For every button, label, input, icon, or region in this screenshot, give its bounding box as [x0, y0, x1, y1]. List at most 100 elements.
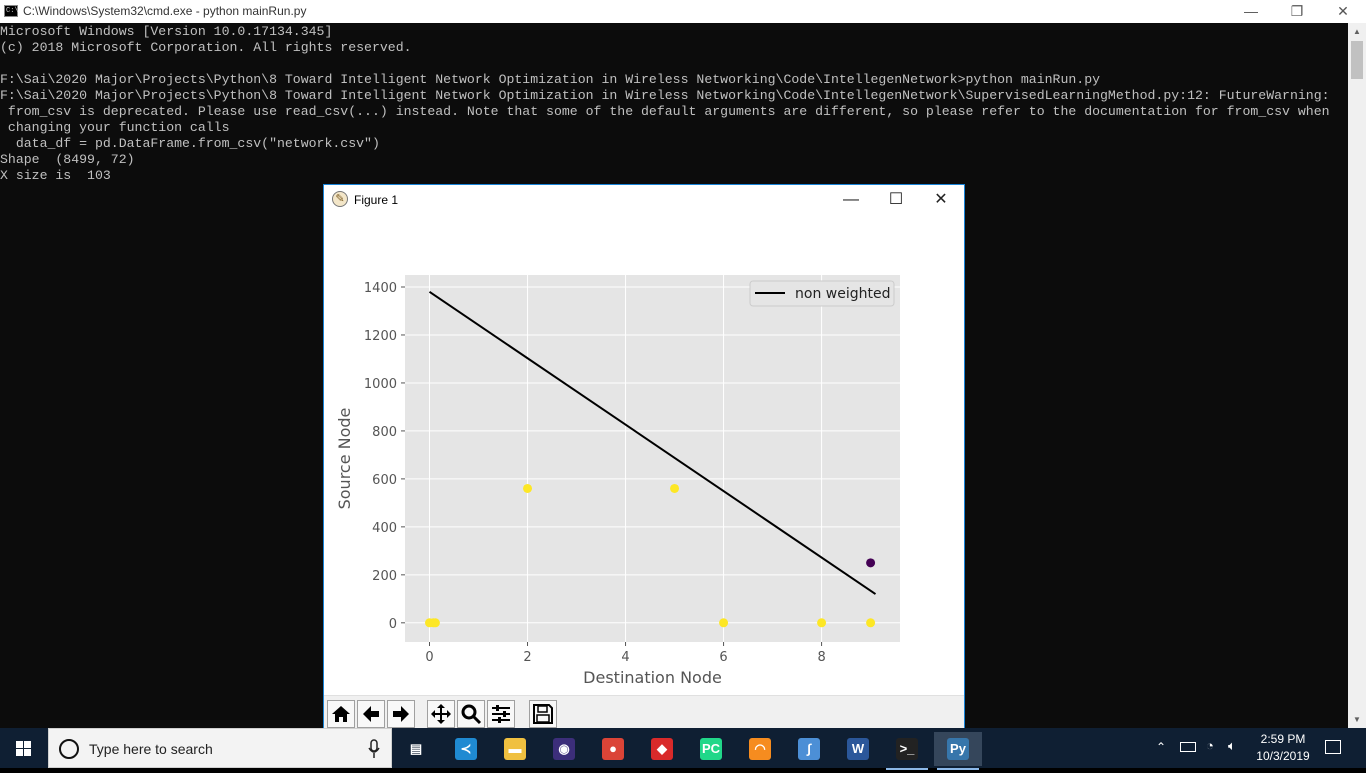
figure-close-button[interactable]: ✕ — [918, 185, 964, 215]
microphone-icon[interactable] — [367, 739, 381, 759]
python-icon: Py — [947, 738, 969, 760]
y-tick-label: 1000 — [364, 377, 397, 392]
figure-title: Figure 1 — [354, 193, 399, 207]
x-tick-label: 6 — [719, 650, 727, 665]
console-line: X size is 103 — [0, 168, 111, 183]
cmd-window-title: C:\Windows\System32\cmd.exe - python mai… — [23, 4, 307, 18]
y-tick-label: 1400 — [364, 281, 397, 296]
console-line: F:\Sai\2020 Major\Projects\Python\8 Towa… — [0, 72, 1101, 87]
windows-logo-icon — [16, 741, 31, 756]
dolphin-icon: ∫ — [798, 738, 820, 760]
subplots-button[interactable] — [487, 700, 515, 728]
taskbar-app-vscode[interactable]: ≺ — [442, 732, 490, 766]
task-view-icon: ▤ — [409, 741, 423, 756]
x-tick-label: 2 — [523, 650, 531, 665]
tray-chevron-icon[interactable]: ⌃ — [1156, 740, 1166, 754]
zoom-icon — [461, 704, 482, 725]
subplots-icon — [492, 705, 510, 723]
console-line: F:\Sai\2020 Major\Projects\Python\8 Towa… — [0, 88, 1330, 103]
data-point — [866, 558, 876, 568]
plot-canvas[interactable]: 0 2 4 6 8 0 200 400 600 800 1000 1200 1400 Destinatio… — [324, 215, 964, 695]
cmd-app-icon: C:\ — [4, 5, 19, 17]
figure-minimize-button[interactable]: — — [828, 185, 874, 215]
search-box[interactable]: Type here to search — [48, 728, 392, 768]
cmd-titlebar[interactable]: C:\ C:\Windows\System32\cmd.exe - python… — [0, 0, 1366, 23]
clock-date[interactable]: 10/3/2019 — [1252, 749, 1314, 763]
taskbar: Type here to search ▤ ≺ ▬ ◉ ● ◆ PC ◠ ∫ W >_ Py ⌃ ◔ … — [0, 728, 1366, 770]
console-line: data_df = pd.DataFrame.from_csv("network… — [0, 136, 380, 151]
vscode-icon: ≺ — [455, 738, 477, 760]
taskbar-app-eclipse[interactable]: ◉ — [540, 732, 588, 766]
chrome-icon: ● — [602, 738, 624, 760]
taskbar-app-task-view[interactable]: ▤ — [392, 732, 440, 766]
figure-toolbar — [324, 695, 964, 729]
data-point — [523, 483, 533, 493]
word-icon: W — [847, 738, 869, 760]
clock-time[interactable]: 2:59 PM — [1257, 732, 1309, 746]
forward-button[interactable] — [387, 700, 415, 728]
y-tick-label: 200 — [372, 569, 397, 584]
chart-svg: 0 2 4 6 8 0 200 400 600 800 1000 1200 1400 Destinatio… — [335, 275, 900, 687]
volume-icon[interactable]: 🔈︎ — [1228, 738, 1236, 754]
orange-swirl-icon: ◠ — [749, 738, 771, 760]
battery-icon[interactable] — [1180, 742, 1196, 752]
zoom-button[interactable] — [457, 700, 485, 728]
close-button[interactable]: ✕ — [1320, 0, 1366, 23]
eclipse-icon: ◉ — [553, 738, 575, 760]
save-button[interactable] — [529, 700, 557, 728]
y-axis-label: Source Node — [335, 408, 354, 510]
figure-maximize-button[interactable]: ☐ — [873, 185, 919, 215]
data-point — [866, 618, 876, 628]
pan-button[interactable] — [427, 700, 455, 728]
cmd-icon: >_ — [896, 738, 918, 760]
back-arrow-icon — [363, 706, 379, 722]
data-point — [430, 618, 440, 628]
home-icon — [332, 706, 350, 722]
taskbar-app-chrome[interactable]: ● — [589, 732, 637, 766]
legend-label: non weighted — [795, 286, 890, 302]
data-point — [670, 483, 680, 493]
taskbar-app-pycharm[interactable]: PC — [687, 732, 735, 766]
taskbar-app-python[interactable]: Py — [934, 732, 982, 770]
taskbar-app-cmd[interactable]: >_ — [883, 732, 931, 770]
pycharm-icon: PC — [700, 738, 722, 760]
back-button[interactable] — [357, 700, 385, 728]
taskbar-app-word[interactable]: W — [834, 732, 882, 766]
taskbar-app-file-explorer[interactable]: ▬ — [491, 732, 539, 766]
console-scrollbar[interactable]: ▲ ▼ — [1348, 23, 1366, 728]
data-point — [817, 618, 827, 628]
taskbar-app-app-orange[interactable]: ◠ — [736, 732, 784, 766]
wifi-icon[interactable]: ◔ — [1206, 738, 1214, 753]
red-diamond-icon: ◆ — [651, 738, 673, 760]
y-tick-label: 1200 — [364, 329, 397, 344]
restore-button[interactable]: ❐ — [1274, 0, 1320, 23]
pan-icon — [431, 704, 451, 724]
save-icon — [533, 704, 553, 724]
forward-arrow-icon — [393, 706, 409, 722]
scroll-up-icon[interactable]: ▲ — [1348, 23, 1366, 40]
y-tick-label: 600 — [372, 473, 397, 488]
console-line: from_csv is deprecated. Please use read_… — [0, 104, 1330, 119]
console-line: Microsoft Windows [Version 10.0.17134.34… — [0, 24, 333, 39]
figure-titlebar[interactable]: ✎ Figure 1 — ☐ ✕ — [324, 185, 964, 215]
console-line: changing your function calls — [0, 120, 230, 135]
minimize-button[interactable]: — — [1228, 0, 1274, 23]
x-tick-label: 4 — [621, 650, 629, 665]
cortana-icon — [59, 739, 79, 759]
figure-window: ✎ Figure 1 — ☐ ✕ 0 2 4 6 8 0 200 400 600 800 1000 1… — [323, 184, 965, 729]
scroll-down-icon[interactable]: ▼ — [1348, 711, 1366, 728]
x-tick-label: 8 — [817, 650, 825, 665]
y-tick-label: 400 — [372, 521, 397, 536]
home-button[interactable] — [327, 700, 355, 728]
data-point — [719, 618, 729, 628]
taskbar-app-app-dolphin[interactable]: ∫ — [785, 732, 833, 766]
x-axis-label: Destination Node — [583, 668, 722, 687]
start-button[interactable] — [0, 728, 48, 768]
taskbar-app-app-red[interactable]: ◆ — [638, 732, 686, 766]
console-line: (c) 2018 Microsoft Corporation. All righ… — [0, 40, 412, 55]
scroll-thumb[interactable] — [1351, 41, 1363, 79]
x-tick-label: 0 — [425, 650, 433, 665]
console-line: Shape (8499, 72) — [0, 152, 135, 167]
notification-icon[interactable] — [1325, 740, 1341, 754]
